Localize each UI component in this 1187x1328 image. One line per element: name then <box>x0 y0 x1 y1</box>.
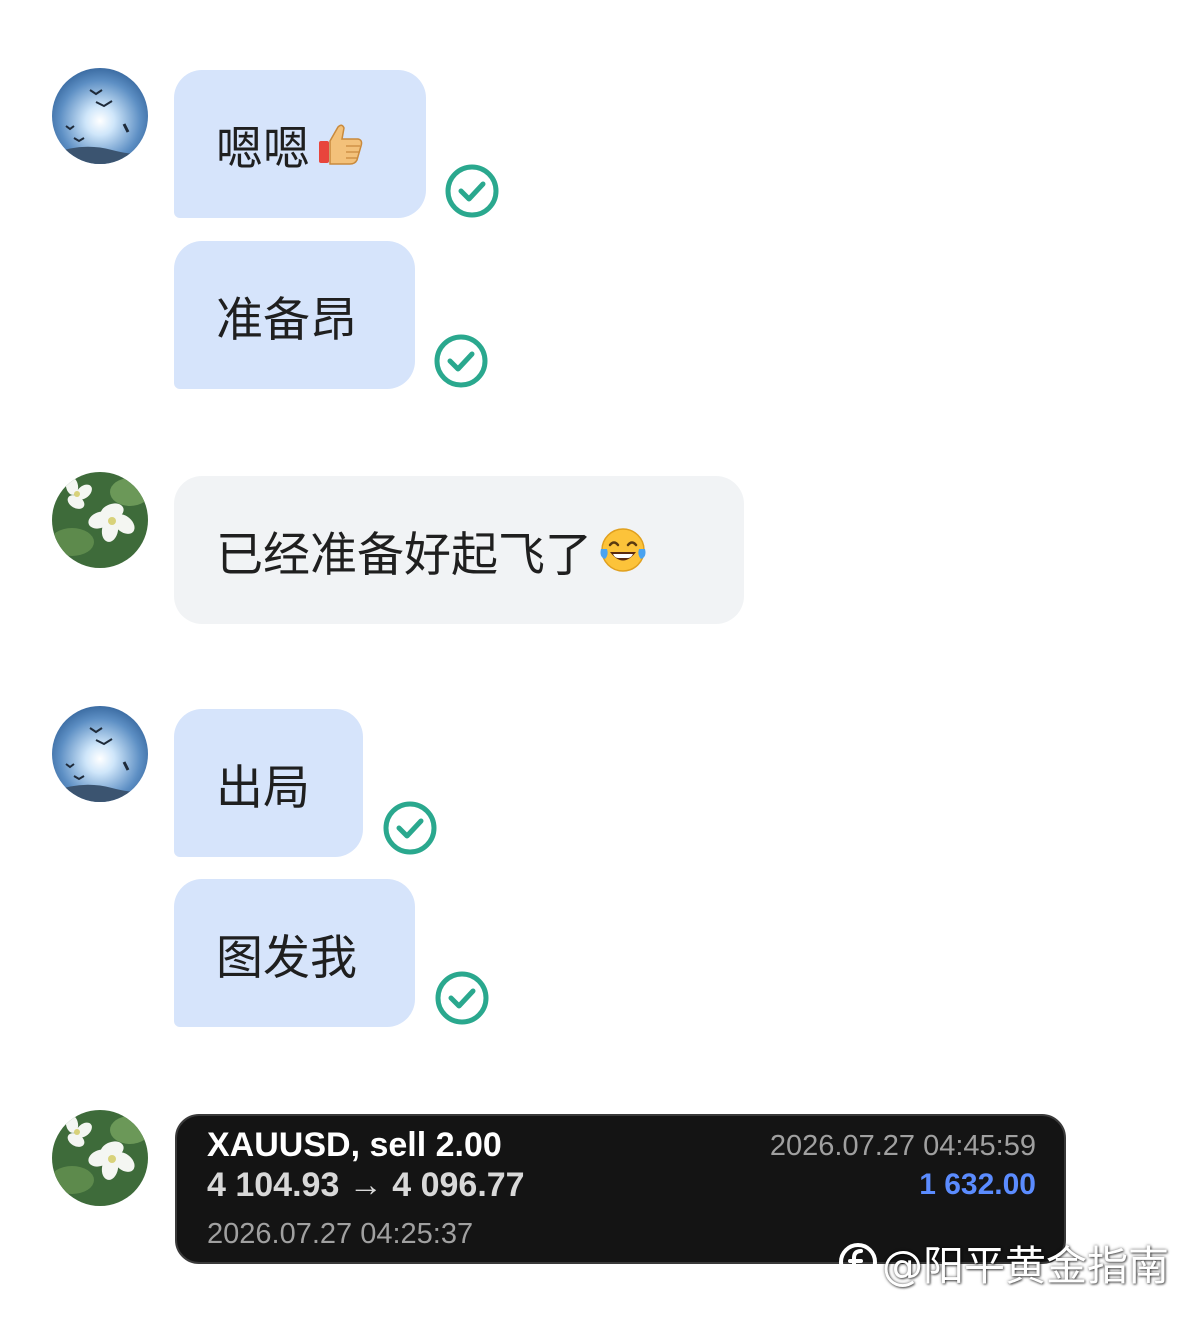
thumbs-up-emoji-icon <box>316 119 366 169</box>
tears-of-joy-emoji-icon <box>598 525 648 575</box>
trade-close-time: 2026.07.27 04:45:59 <box>769 1130 1036 1162</box>
white-flower-avatar-icon <box>52 1110 148 1206</box>
sent-check-icon <box>433 333 489 389</box>
watermark: @阳平黄金指南 <box>838 1232 1169 1292</box>
trade-side: sell 2.00 <box>369 1126 502 1164</box>
trade-profit: 1 632.00 <box>919 1168 1036 1201</box>
trade-prices: 4 104.93 → 4 096.77 <box>207 1166 525 1204</box>
sent-check-icon <box>444 163 500 219</box>
sky-birds-avatar-icon <box>52 706 148 802</box>
sent-check-icon <box>434 970 490 1026</box>
avatar-other[interactable] <box>52 1110 148 1206</box>
sent-check-icon <box>382 800 438 856</box>
avatar-self[interactable] <box>52 706 148 802</box>
message-text: 图发我 <box>216 930 357 986</box>
message-text: 出局 <box>216 760 310 816</box>
sky-birds-avatar-icon <box>52 68 148 164</box>
avatar-self[interactable] <box>52 68 148 164</box>
message-text: 已经准备好起飞了 <box>216 527 592 583</box>
trade-symbol-line: XAUUSD, sell 2.00 <box>207 1128 502 1162</box>
message-bubble-3[interactable]: 已经准备好起飞了 <box>174 476 744 624</box>
message-bubble-2[interactable]: 准备昂 <box>174 241 415 389</box>
white-flower-avatar-icon <box>52 472 148 568</box>
message-text: 准备昂 <box>216 292 357 348</box>
watermark-text: @阳平黄金指南 <box>882 1242 1169 1290</box>
message-bubble-4[interactable]: 出局 <box>174 709 363 857</box>
avatar-other[interactable] <box>52 472 148 568</box>
message-bubble-5[interactable]: 图发我 <box>174 879 415 1027</box>
message-bubble-1[interactable]: 嗯嗯 <box>174 70 426 218</box>
watermark-logo-icon <box>838 1242 878 1282</box>
message-text: 嗯嗯 <box>216 121 310 177</box>
trade-open-time: 2026.07.27 04:25:37 <box>207 1218 474 1250</box>
trade-symbol: XAUUSD, <box>207 1126 361 1164</box>
